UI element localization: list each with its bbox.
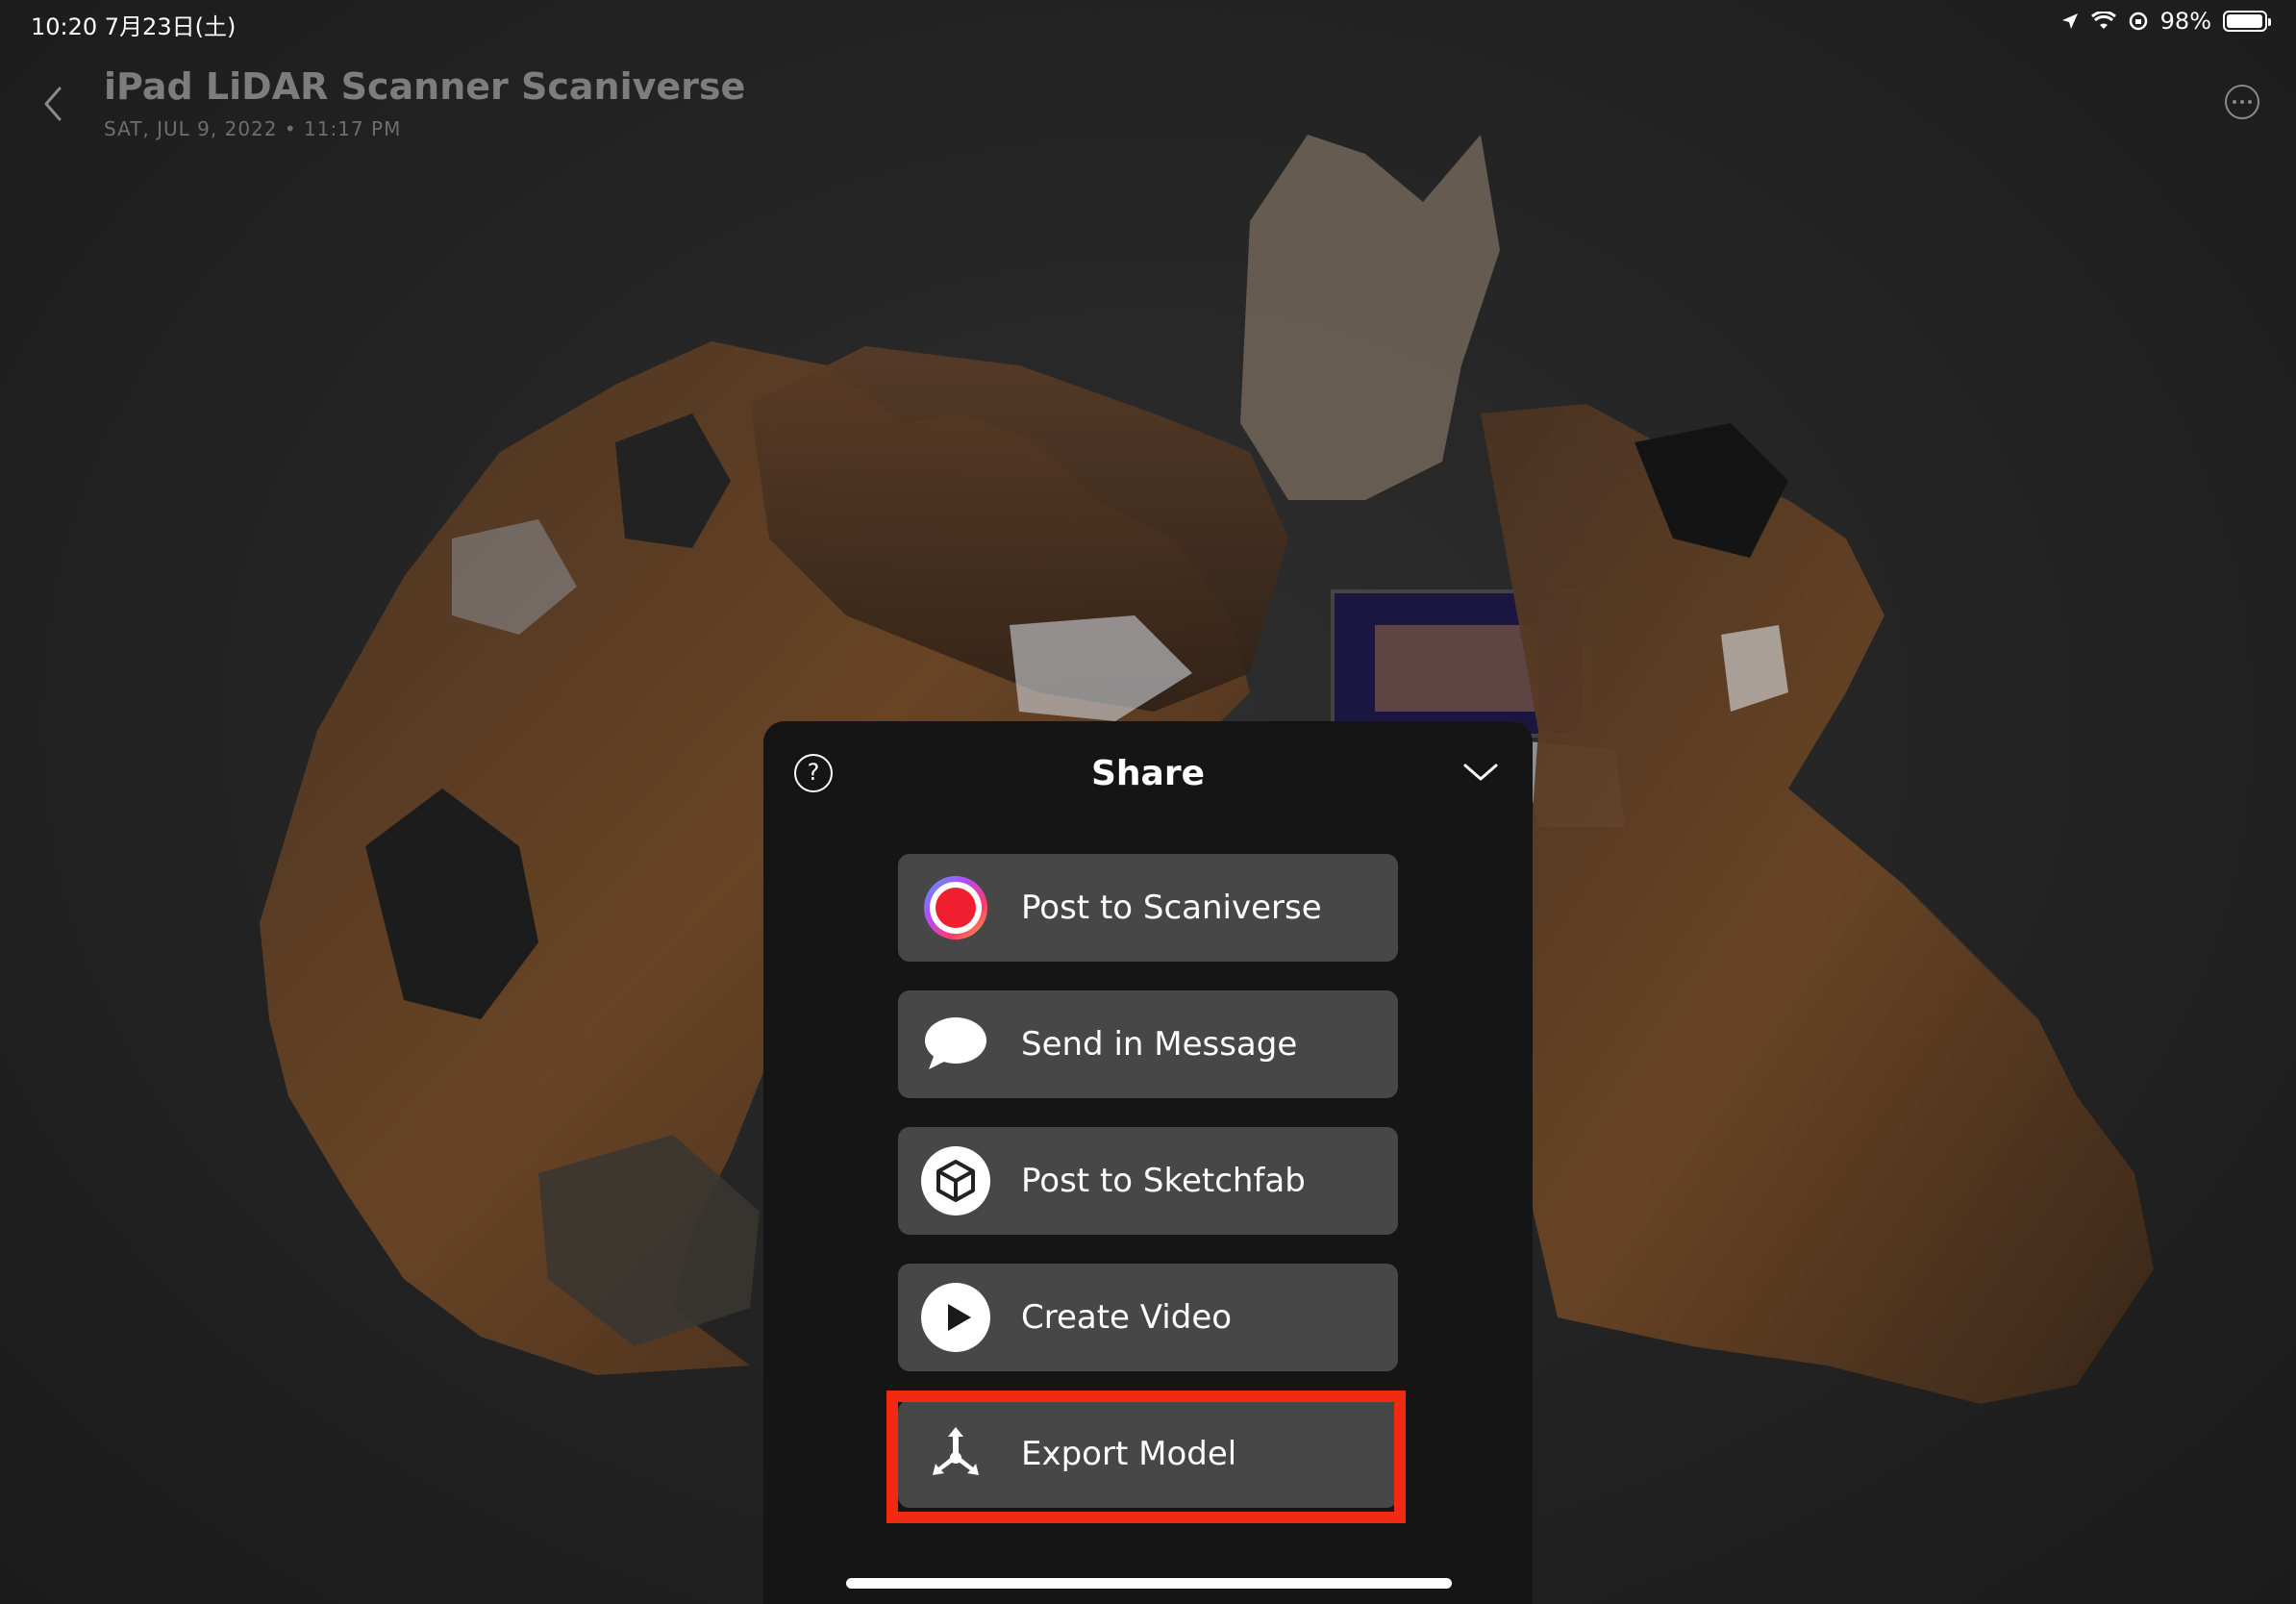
battery-percent: 98% <box>2159 8 2211 35</box>
ellipsis-dot <box>2233 100 2236 104</box>
orientation-lock-icon <box>2129 12 2147 31</box>
scan-mesh-tower <box>1240 135 1500 500</box>
page-subtitle-date: SAT, JUL 9, 2022 • 11:17 PM <box>104 117 402 140</box>
post-to-sketchfab-button[interactable]: Post to Sketchfab <box>898 1127 1398 1235</box>
send-in-message-button[interactable]: Send in Message <box>898 990 1398 1098</box>
wifi-icon <box>2090 12 2116 29</box>
status-icons: 98% <box>2060 8 2271 35</box>
home-indicator[interactable] <box>846 1578 1452 1589</box>
ellipsis-dot <box>2240 100 2244 104</box>
status-bar: 10:20 7月23日(土) 98% <box>0 0 2296 46</box>
share-sheet: ? Share Post to Scaniverse Send in Messa… <box>763 721 1533 1604</box>
create-video-button[interactable]: Create Video <box>898 1264 1398 1371</box>
export-model-highlight-box <box>886 1391 1406 1523</box>
more-options-button[interactable] <box>2225 85 2259 119</box>
sketchfab-cube-icon <box>921 1146 990 1216</box>
page-title: iPad LiDAR Scanner Scaniverse <box>104 65 746 108</box>
message-bubble-icon <box>925 1017 986 1069</box>
location-icon <box>2061 13 2078 29</box>
action-label: Send in Message <box>1021 1025 1298 1064</box>
share-title: Share <box>1090 754 1206 793</box>
post-to-scaniverse-button[interactable]: Post to Scaniverse <box>898 854 1398 962</box>
action-label: Create Video <box>1021 1298 1233 1337</box>
battery-level <box>2227 14 2263 28</box>
scan-laptop-content <box>1375 625 1538 712</box>
battery-icon <box>2223 11 2271 32</box>
scaniverse-logo-icon <box>924 876 987 940</box>
play-icon <box>921 1283 990 1352</box>
collapse-button[interactable] <box>1461 758 1500 787</box>
action-label: Post to Scaniverse <box>1021 889 1322 927</box>
back-button[interactable] <box>35 81 73 127</box>
chevron-down-icon <box>1463 764 1498 781</box>
ellipsis-dot <box>2248 100 2252 104</box>
action-label: Post to Sketchfab <box>1021 1162 1306 1200</box>
status-time: 10:20 7月23日(土) <box>31 13 237 40</box>
scan-mesh-right <box>1481 404 2154 1404</box>
chevron-left-icon <box>44 87 62 121</box>
